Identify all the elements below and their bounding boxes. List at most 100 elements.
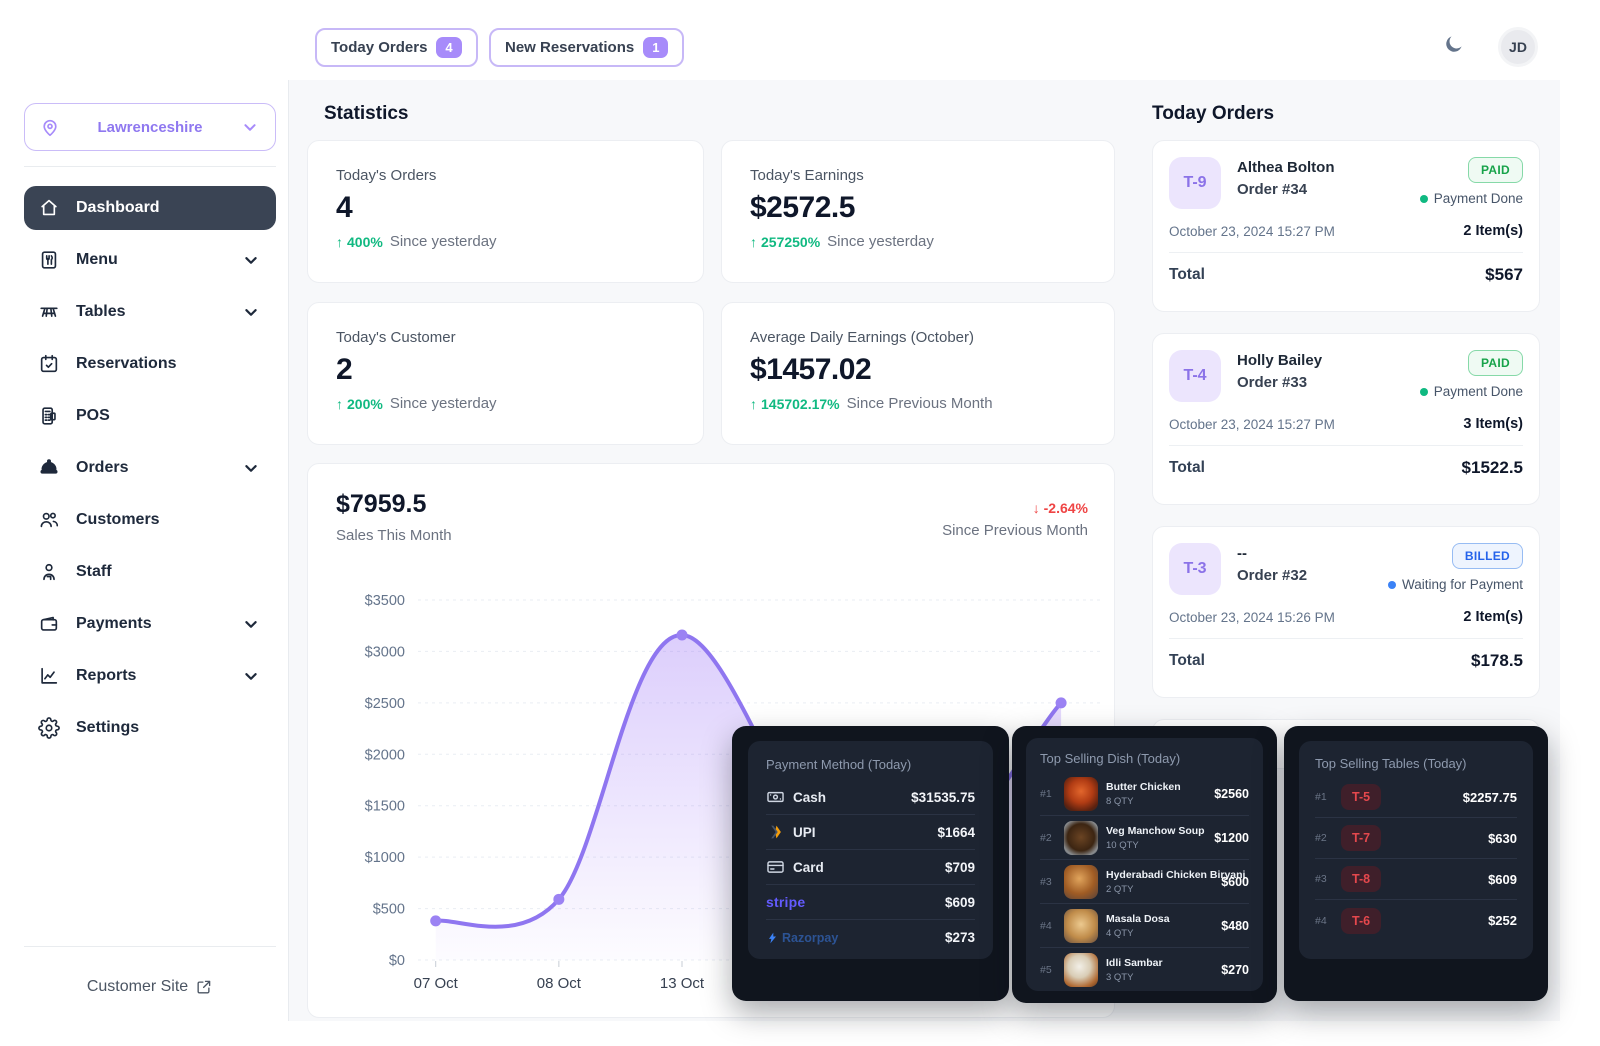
- customer-site-link[interactable]: Customer Site: [24, 978, 276, 996]
- chevron-down-icon: [240, 665, 262, 687]
- stat-delta-pct: 145702.17%: [761, 396, 840, 412]
- new-reservations-button[interactable]: New Reservations 1: [489, 28, 684, 67]
- top-dish-row: #1Butter Chicken8 QTY$2560: [1040, 772, 1249, 816]
- svg-text:07 Oct: 07 Oct: [414, 975, 459, 992]
- top-dishes-rows: #1Butter Chicken8 QTY$2560 #2 Veg Manchow …: [1040, 772, 1249, 992]
- order-status-note: Payment Done: [1420, 191, 1523, 206]
- sidebar-item-label: Orders: [76, 459, 224, 477]
- dark-mode-toggle[interactable]: [1443, 33, 1473, 63]
- sidebar-item-payments[interactable]: Payments: [24, 602, 276, 646]
- dish-name: Hyderabadi Chicken Biryani: [1106, 869, 1213, 881]
- payment-method-amount: $609: [945, 895, 975, 910]
- table-badge: T-8: [1341, 866, 1381, 892]
- order-card[interactable]: T-4Holly BaileyOrder #33PAIDPayment Done…: [1152, 333, 1540, 505]
- order-names: Holly BaileyOrder #33: [1237, 350, 1420, 391]
- stat-value: 2: [336, 353, 675, 387]
- dish-name: Veg Manchow Soup: [1106, 825, 1206, 837]
- sidebar-item-reports[interactable]: Reports: [24, 654, 276, 698]
- dish-rank: #2: [1040, 832, 1056, 844]
- stat-delta: ↑200%Since yesterday: [336, 395, 675, 412]
- dish-amount: $600: [1221, 875, 1249, 889]
- payment-method-label: Razorpay: [766, 931, 838, 945]
- sidebar-item-settings[interactable]: Settings: [24, 706, 276, 750]
- top-tables-card: Top Selling Tables (Today) #1T-5$2257.75…: [1299, 741, 1533, 959]
- order-datetime: October 23, 2024 15:27 PM: [1169, 417, 1335, 432]
- sidebar-item-menu[interactable]: Menu: [24, 238, 276, 282]
- payment-method-amount: $709: [945, 860, 975, 875]
- sidebar-item-tables[interactable]: Tables: [24, 290, 276, 334]
- order-status-badge: BILLED: [1452, 543, 1523, 569]
- top-dish-row: #3Hyderabadi Chicken Biryani2 QTY$600: [1040, 860, 1249, 904]
- payment-method-row: stripe$609: [766, 885, 975, 920]
- dish-info: Masala Dosa 4 QTY: [1106, 913, 1213, 939]
- stat-delta-pct: 257250%: [761, 234, 820, 250]
- sidebar-item-label: Reservations: [76, 355, 262, 373]
- order-customer: --: [1237, 545, 1388, 562]
- sidebar-bottom-divider: [24, 946, 276, 947]
- status-dot-icon: [1420, 195, 1428, 203]
- order-datetime: October 23, 2024 15:27 PM: [1169, 224, 1335, 239]
- reservations-icon: [38, 353, 60, 375]
- statistics-heading: Statistics: [324, 103, 408, 125]
- svg-text:$0: $0: [389, 953, 405, 969]
- dish-photo: [1064, 865, 1098, 899]
- svg-text:$2500: $2500: [365, 696, 405, 712]
- top-tables-rows: #1T-5$2257.75#2T-7$630#3T-8$609#4T-6$252: [1315, 777, 1517, 941]
- stat-value: $2572.5: [750, 191, 1086, 225]
- sidebar-nav: Dashboard Menu Tables Reservations POS Orders…: [24, 186, 276, 750]
- order-datetime: October 23, 2024 15:26 PM: [1169, 610, 1335, 625]
- status-dot-icon: [1420, 388, 1428, 396]
- sidebar-item-label: Tables: [76, 303, 224, 321]
- order-divider: [1169, 445, 1523, 446]
- dish-info: Hyderabadi Chicken Biryani2 QTY: [1106, 869, 1213, 895]
- top-table-row: #3T-8$609: [1315, 859, 1517, 900]
- top-table-row: #2T-7$630: [1315, 818, 1517, 859]
- svg-text:$1500: $1500: [365, 799, 405, 815]
- sidebar-item-label: POS: [76, 407, 262, 425]
- sidebar-item-pos[interactable]: POS: [24, 394, 276, 438]
- sidebar-item-reservations[interactable]: Reservations: [24, 342, 276, 386]
- top-dishes-panel: Top Selling Dish (Today) #1Butter Chicke…: [1012, 726, 1277, 1003]
- order-card[interactable]: T-3--Order #32BILLEDWaiting for PaymentO…: [1152, 526, 1540, 698]
- table-amount: $252: [1488, 913, 1517, 928]
- sidebar-item-customers[interactable]: Customers: [24, 498, 276, 542]
- today-orders-button[interactable]: Today Orders 4: [315, 28, 478, 67]
- payment-method-rows: Cash$31535.75UPI$1664Card$709stripe$609R…: [766, 780, 975, 955]
- dish-info: Veg Manchow Soup10 QTY: [1106, 825, 1206, 851]
- order-names: --Order #32: [1237, 543, 1388, 584]
- card-icon: [766, 858, 785, 877]
- payment-method-title: Payment Method (Today): [766, 757, 975, 772]
- stat-value: $1457.02: [750, 353, 1086, 387]
- dish-rank: #4: [1040, 920, 1056, 932]
- order-total-value: $567: [1485, 265, 1523, 285]
- order-card[interactable]: T-9Althea BoltonOrder #34PAIDPayment Don…: [1152, 140, 1540, 312]
- dish-photo: [1064, 821, 1098, 855]
- sidebar-item-staff[interactable]: Staff: [24, 550, 276, 594]
- dish-photo: [1064, 953, 1098, 987]
- dish-amount: $270: [1221, 963, 1249, 977]
- dish-qty: 4 QTY: [1106, 928, 1213, 939]
- sidebar-item-dashboard[interactable]: Dashboard: [24, 186, 276, 230]
- svg-text:13 Oct: 13 Oct: [660, 975, 705, 992]
- table-rank: #1: [1315, 791, 1331, 803]
- order-card-top: T-4Holly BaileyOrder #33PAIDPayment Done: [1169, 350, 1523, 402]
- payment-method-row: Cash$31535.75: [766, 780, 975, 815]
- dish-name: Masala Dosa: [1106, 913, 1213, 925]
- stat-label: Average Daily Earnings (October): [750, 329, 1086, 346]
- today-orders-count-badge: 4: [436, 37, 461, 58]
- stat-delta: ↑257250%Since yesterday: [750, 233, 1086, 250]
- upi-icon: [766, 823, 785, 842]
- sidebar-item-orders[interactable]: Orders: [24, 446, 276, 490]
- user-avatar[interactable]: JD: [1498, 27, 1538, 67]
- dish-photo: [1064, 909, 1098, 943]
- chevron-down-icon: [240, 457, 262, 479]
- order-customer: Holly Bailey: [1237, 352, 1420, 369]
- arrow-up-icon: ↑: [336, 396, 343, 412]
- location-selector[interactable]: Lawrenceshire: [24, 103, 276, 151]
- payment-method-amount: $273: [945, 930, 975, 945]
- map-pin-icon: [39, 116, 61, 138]
- svg-text:$2000: $2000: [365, 747, 405, 763]
- payment-method-label: Cash: [766, 788, 826, 807]
- pos-icon: [38, 405, 60, 427]
- stat-label: Today's Customer: [336, 329, 675, 346]
